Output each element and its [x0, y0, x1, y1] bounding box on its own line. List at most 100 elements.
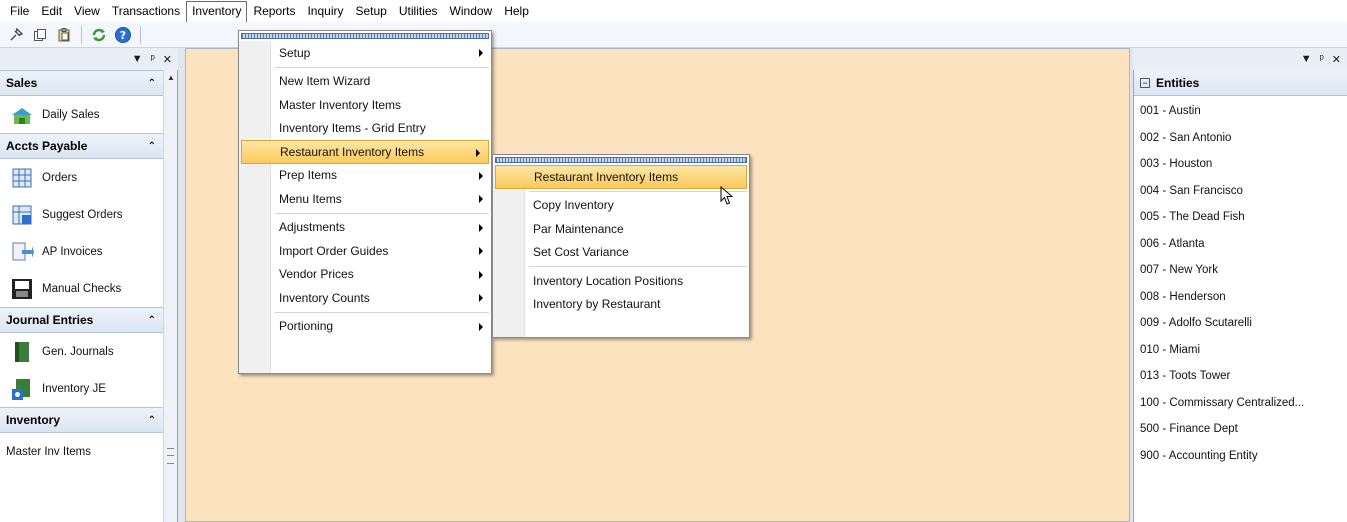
entity-item[interactable]: 008 - Henderson	[1134, 284, 1347, 311]
menu-separator	[275, 212, 489, 214]
submenu-arrow-icon	[479, 49, 483, 57]
dropdown-icon[interactable]: ▼	[1301, 53, 1312, 65]
nav-item-ap-invoices[interactable]: AP Invoices	[0, 233, 164, 270]
entity-item[interactable]: 009 - Adolfo Scutarelli	[1134, 310, 1347, 337]
suggest-icon	[10, 203, 34, 227]
scroll-up-icon[interactable]: ▲	[167, 73, 175, 82]
entity-item[interactable]: 001 - Austin	[1134, 98, 1347, 125]
sub-menu-item-copy-inventory[interactable]: Copy Inventory	[493, 194, 749, 218]
refresh-icon[interactable]	[89, 25, 109, 45]
inv-menu-item-prep-items[interactable]: Prep Items	[239, 164, 491, 188]
entity-item[interactable]: 006 - Atlanta	[1134, 231, 1347, 258]
entity-item[interactable]: 900 - Accounting Entity	[1134, 443, 1347, 470]
inv-menu-item-menu-items[interactable]: Menu Items	[239, 187, 491, 211]
menu-utilities[interactable]: Utilities	[393, 1, 444, 21]
menu-view[interactable]: View	[68, 1, 106, 21]
toolbar-separator	[81, 25, 82, 44]
inv-menu-item-setup[interactable]: Setup	[239, 41, 491, 65]
menu-item-label: Restaurant Inventory Items	[280, 144, 425, 159]
section-header-inventory[interactable]: Inventory ⌃	[0, 407, 164, 433]
nav-item-inventory-je[interactable]: Inventory JE	[0, 370, 164, 407]
nav-item-suggest-orders[interactable]: Suggest Orders	[0, 196, 164, 233]
copy-icon[interactable]	[30, 25, 50, 45]
inv-menu-item-restaurant-inventory-items[interactable]: Restaurant Inventory Items	[241, 140, 489, 164]
nav-item-label: Master Inv Items	[6, 445, 91, 458]
paste-icon[interactable]	[54, 25, 74, 45]
inv-menu-item-adjustments[interactable]: Adjustments	[239, 216, 491, 240]
menu-window[interactable]: Window	[444, 1, 499, 21]
nav-item-label: Manual Checks	[42, 282, 122, 295]
inv-menu-item-new-item-wizard[interactable]: New Item Wizard	[239, 70, 491, 94]
inv-menu-item-portioning[interactable]: Portioning	[239, 315, 491, 339]
section-title: Inventory	[6, 413, 61, 427]
sub-menu-item-inventory-location-positions[interactable]: Inventory Location Positions	[493, 269, 749, 293]
collapse-chevron-icon[interactable]: ⌃	[148, 78, 156, 89]
nav-item-orders[interactable]: Orders	[0, 159, 164, 196]
restaurant-inventory-submenu: Restaurant Inventory Items Copy Inventory…	[492, 154, 750, 338]
submenu-arrow-icon	[479, 195, 483, 203]
menu-item-label: Vendor Prices	[279, 267, 354, 282]
entity-item[interactable]: 500 - Finance Dept	[1134, 416, 1347, 443]
nav-item-label: AP Invoices	[42, 245, 103, 258]
menu-inquiry[interactable]: Inquiry	[301, 1, 349, 21]
inv-menu-item-master-inventory-items[interactable]: Master Inventory Items	[239, 93, 491, 117]
dropdown-icon[interactable]: ▼	[132, 53, 143, 65]
section-header-journal-entries[interactable]: Journal Entries ⌃	[0, 307, 164, 333]
nav-item-master-inv-items[interactable]: Master Inv Items	[0, 433, 164, 470]
sub-menu-item-inventory-by-restaurant[interactable]: Inventory by Restaurant	[493, 293, 749, 317]
menu-inventory[interactable]: Inventory	[186, 0, 248, 22]
menu-drag-handle[interactable]	[241, 33, 489, 39]
menu-item-label: Portioning	[279, 319, 334, 334]
entities-header[interactable]: − Entities	[1134, 70, 1347, 96]
inv-menu-item-import-order-guides[interactable]: Import Order Guides	[239, 239, 491, 263]
scroll-grip-icon[interactable]	[167, 448, 174, 464]
sub-menu-item-set-cost-variance[interactable]: Set Cost Variance	[493, 241, 749, 265]
nav-item-manual-checks[interactable]: Manual Checks	[0, 270, 164, 307]
collapse-chevron-icon[interactable]: ⌃	[148, 415, 156, 426]
menu-separator	[529, 190, 747, 192]
left-panel-scrollbar[interactable]: ▲	[163, 70, 177, 522]
menu-edit[interactable]: Edit	[35, 1, 68, 21]
sub-menu-item-restaurant-inventory-items[interactable]: Restaurant Inventory Items	[495, 165, 747, 189]
close-icon[interactable]: ✕	[163, 53, 172, 66]
submenu-arrow-icon	[479, 247, 483, 255]
inv-menu-item-inventory-counts[interactable]: Inventory Counts	[239, 286, 491, 310]
close-icon[interactable]: ✕	[1332, 53, 1341, 66]
submenu-drag-handle[interactable]	[495, 157, 747, 163]
entity-item[interactable]: 010 - Miami	[1134, 337, 1347, 364]
collapse-chevron-icon[interactable]: ⌃	[148, 315, 156, 326]
entity-item[interactable]: 002 - San Antonio	[1134, 125, 1347, 152]
entity-item[interactable]: 005 - The Dead Fish	[1134, 204, 1347, 231]
section-header-accts-payable[interactable]: Accts Payable ⌃	[0, 133, 164, 159]
section-header-sales[interactable]: Sales ⌃	[0, 70, 164, 96]
nav-item-label: Suggest Orders	[42, 208, 123, 221]
left-panel-titlebar: ▼ ᵖ ✕	[0, 48, 178, 70]
inventory-je-icon	[10, 377, 34, 401]
left-navigation-panel: Sales ⌃ Daily Sales Accts Payable ⌃ Orders Sug…	[0, 70, 178, 522]
collapse-chevron-icon[interactable]: ⌃	[148, 141, 156, 152]
menu-item-label: Setup	[279, 45, 311, 60]
inv-menu-item-vendor-prices[interactable]: Vendor Prices	[239, 263, 491, 287]
collapse-icon[interactable]: −	[1140, 77, 1150, 88]
menu-reports[interactable]: Reports	[247, 1, 301, 21]
entity-item[interactable]: 003 - Houston	[1134, 151, 1347, 178]
nav-item-label: Daily Sales	[42, 108, 100, 121]
entity-item[interactable]: 013 - Toots Tower	[1134, 363, 1347, 390]
pin-icon[interactable]	[6, 25, 26, 45]
nav-item-daily-sales[interactable]: Daily Sales	[0, 96, 164, 133]
store-icon	[10, 103, 34, 127]
help-icon[interactable]: ?	[113, 25, 133, 45]
entity-item[interactable]: 007 - New York	[1134, 257, 1347, 284]
menu-setup[interactable]: Setup	[350, 1, 393, 21]
menu-separator	[529, 266, 747, 267]
entity-item[interactable]: 100 - Commissary Centralized...	[1134, 390, 1347, 417]
nav-item-gen-journals[interactable]: Gen. Journals	[0, 333, 164, 370]
menu-transactions[interactable]: Transactions	[106, 1, 186, 21]
inv-menu-item-inventory-items-grid-entry[interactable]: Inventory Items - Grid Entry	[239, 117, 491, 141]
menu-file[interactable]: File	[4, 1, 35, 21]
sub-menu-item-par-maintenance[interactable]: Par Maintenance	[493, 217, 749, 241]
entity-item[interactable]: 004 - San Francisco	[1134, 178, 1347, 205]
pin-panel-icon[interactable]: ᵖ	[151, 53, 155, 65]
menu-help[interactable]: Help	[498, 1, 535, 21]
pin-panel-icon[interactable]: ᵖ	[1320, 53, 1324, 65]
